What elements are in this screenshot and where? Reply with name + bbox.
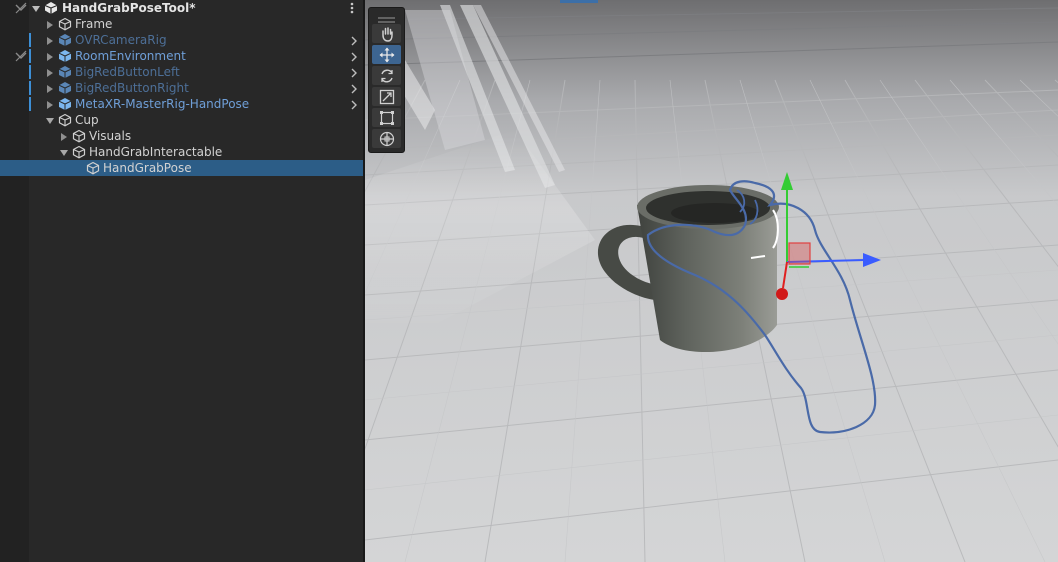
gizmo-z-handle bbox=[776, 288, 788, 300]
rect-transform-icon bbox=[380, 111, 394, 125]
prefab-cube-icon bbox=[58, 97, 72, 111]
collapse-arrow-icon[interactable] bbox=[59, 147, 69, 157]
hierarchy-row-label: HandGrabInteractable bbox=[89, 145, 223, 159]
prefab-cube-icon bbox=[58, 33, 72, 47]
hierarchy-row-label: RoomEnvironment bbox=[75, 49, 186, 63]
open-prefab-chevron-icon[interactable] bbox=[349, 83, 359, 94]
more-options-icon[interactable] bbox=[349, 1, 355, 15]
open-prefab-chevron-icon[interactable] bbox=[349, 35, 359, 46]
gameobject-cube-icon bbox=[72, 129, 86, 143]
hierarchy-panel: HandGrabPoseTool* Frame OVRCameraRig RoomE… bbox=[0, 0, 363, 562]
hierarchy-row[interactable]: Cup bbox=[0, 112, 363, 128]
hierarchy-row[interactable]: HandGrabInteractable bbox=[0, 144, 363, 160]
gameobject-cube-icon bbox=[86, 161, 100, 175]
prefab-cube-icon bbox=[58, 65, 72, 79]
hierarchy-row[interactable]: Frame bbox=[0, 16, 363, 32]
gizmo-plane-handle bbox=[788, 242, 811, 265]
move-tool-button[interactable] bbox=[372, 45, 401, 64]
scene-view[interactable] bbox=[365, 0, 1058, 562]
scale-tool-button[interactable] bbox=[372, 87, 401, 106]
hand-icon bbox=[382, 27, 393, 42]
transform-icon bbox=[379, 131, 395, 147]
hierarchy-row-label: Frame bbox=[75, 17, 113, 31]
gameobject-cube-icon bbox=[58, 113, 72, 127]
open-prefab-chevron-icon[interactable] bbox=[349, 67, 359, 78]
expand-arrow-icon[interactable] bbox=[45, 51, 55, 61]
prefab-override-mark bbox=[29, 81, 31, 95]
hierarchy-row[interactable]: HandGrabPose bbox=[0, 160, 363, 176]
top-marker bbox=[560, 0, 598, 3]
prefab-override-mark bbox=[29, 97, 31, 111]
hierarchy-row-label: Cup bbox=[75, 113, 99, 127]
move-arrows-icon bbox=[379, 47, 395, 63]
prefab-override-mark bbox=[29, 49, 31, 63]
hierarchy-row[interactable]: OVRCameraRig bbox=[0, 32, 363, 48]
view-tool-button[interactable] bbox=[372, 24, 401, 43]
open-prefab-chevron-icon[interactable] bbox=[349, 51, 359, 62]
hierarchy-row-label: Visuals bbox=[89, 129, 132, 143]
expand-arrow-icon[interactable] bbox=[45, 67, 55, 77]
scale-icon bbox=[379, 89, 395, 105]
collapse-arrow-icon[interactable] bbox=[45, 115, 55, 125]
expand-arrow-icon[interactable] bbox=[45, 35, 55, 45]
expand-arrow-icon[interactable] bbox=[59, 131, 69, 141]
rotate-tool-button[interactable] bbox=[372, 66, 401, 85]
prefab-cube-icon bbox=[58, 49, 72, 63]
scene-name: HandGrabPoseTool* bbox=[62, 1, 196, 15]
hierarchy-row-label: MetaXR-MasterRig-HandPose bbox=[75, 97, 250, 111]
expand-arrow-icon[interactable] bbox=[45, 83, 55, 93]
scene-header-row[interactable]: HandGrabPoseTool* bbox=[0, 0, 363, 16]
transform-tool-button[interactable] bbox=[372, 129, 401, 148]
expand-arrow-icon[interactable] bbox=[31, 3, 41, 13]
prefab-cube-icon bbox=[58, 81, 72, 95]
gameobject-cube-icon bbox=[72, 145, 86, 159]
prefab-override-mark bbox=[29, 33, 31, 47]
tool-palette bbox=[368, 7, 405, 153]
hierarchy-row[interactable]: RoomEnvironment bbox=[0, 48, 363, 64]
hierarchy-row-label: BigRedButtonRight bbox=[75, 81, 189, 95]
hierarchy-row[interactable]: Visuals bbox=[0, 128, 363, 144]
rotate-icon bbox=[381, 69, 393, 83]
expand-arrow-icon[interactable] bbox=[45, 19, 55, 29]
open-prefab-chevron-icon[interactable] bbox=[349, 99, 359, 110]
hierarchy-row-label: BigRedButtonLeft bbox=[75, 65, 180, 79]
gameobject-cube-icon bbox=[58, 17, 72, 31]
hierarchy-row[interactable]: BigRedButtonLeft bbox=[0, 64, 363, 80]
rect-tool-button[interactable] bbox=[372, 108, 401, 127]
unity-scene-icon bbox=[44, 1, 58, 15]
hierarchy-row[interactable]: MetaXR-MasterRig-HandPose bbox=[0, 96, 363, 112]
hierarchy-row-label: HandGrabPose bbox=[103, 161, 192, 175]
scene-pick-toggle-icon[interactable] bbox=[14, 49, 28, 63]
prefab-override-mark bbox=[29, 65, 31, 79]
hierarchy-row[interactable]: BigRedButtonRight bbox=[0, 80, 363, 96]
hierarchy-row-label: OVRCameraRig bbox=[75, 33, 167, 47]
expand-arrow-icon[interactable] bbox=[45, 99, 55, 109]
visibility-toggle-icon[interactable] bbox=[14, 1, 28, 15]
palette-grip-icon[interactable] bbox=[378, 12, 395, 23]
